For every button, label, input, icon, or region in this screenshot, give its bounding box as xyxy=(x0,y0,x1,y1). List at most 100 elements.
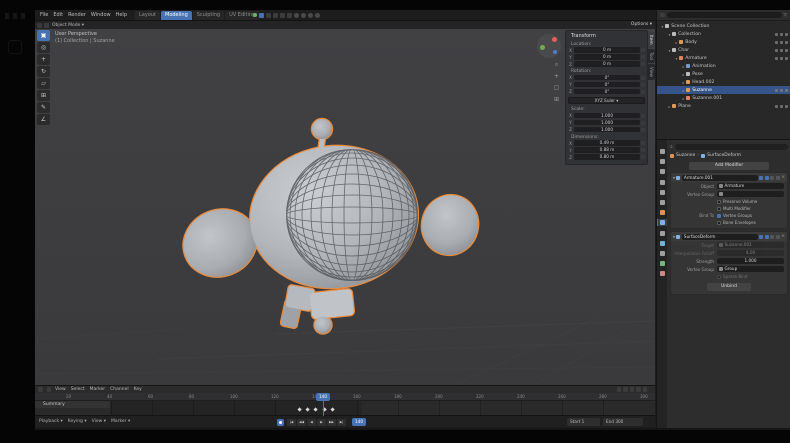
hide-toggle-icon[interactable] xyxy=(775,40,778,44)
properties-tab-constraints[interactable] xyxy=(657,250,667,257)
auto-keying-toggle[interactable] xyxy=(277,418,284,426)
timeline-ruler[interactable]: 20 40 60 80 100 120 140 160 180 200 220 240 260 280 30… xyxy=(35,393,655,401)
play-reverse-button[interactable]: ◀ xyxy=(307,418,316,426)
timeline-menu-marker[interactable]: Marker ▾ xyxy=(111,419,130,424)
dope-sheet-mode-icon[interactable] xyxy=(46,387,51,392)
render-toggle[interactable] xyxy=(770,234,775,239)
setting-field[interactable]: Group xyxy=(717,266,784,272)
next-keyframe-button[interactable]: ▶▶ xyxy=(327,418,336,426)
move-tool[interactable]: + xyxy=(37,54,50,65)
jump-start-button[interactable]: |◀ xyxy=(287,418,296,426)
properties-tab-output[interactable] xyxy=(657,168,667,175)
outliner-row[interactable]: ▾ Collection xyxy=(657,30,790,38)
properties-tab-physics[interactable] xyxy=(657,240,667,247)
frame-end-field[interactable]: End 300 xyxy=(603,418,643,426)
mode-dropdown[interactable]: Object Mode ▾ xyxy=(52,23,84,28)
value-field[interactable]: 0° xyxy=(574,81,640,88)
wireframe-shading-icon[interactable] xyxy=(294,12,299,18)
realtime-toggle[interactable] xyxy=(764,175,769,180)
scale-tool[interactable]: ▱ xyxy=(37,78,50,89)
frame-start-field[interactable]: Start 1 xyxy=(567,418,600,426)
render-disable-icon[interactable] xyxy=(785,88,788,92)
keyframe-diamond[interactable] xyxy=(313,406,319,412)
lock-icon[interactable] xyxy=(641,148,645,152)
summary-channel[interactable]: Summary xyxy=(35,401,110,408)
play-button[interactable]: ▶ xyxy=(317,418,326,426)
filter-icon[interactable]: ▽ xyxy=(784,13,787,18)
snap-magnet-icon[interactable] xyxy=(259,12,264,18)
setting-field[interactable]: 4.00 xyxy=(717,250,784,256)
zoom-icon[interactable]: ⌕ xyxy=(552,61,561,69)
lock-icon[interactable] xyxy=(641,75,645,80)
dopesheet-menu-marker[interactable]: Marker xyxy=(90,387,106,392)
properties-tab-viewlayer[interactable] xyxy=(657,179,667,186)
navigation-gizmo[interactable] xyxy=(537,34,561,58)
keyframe-area[interactable] xyxy=(110,401,655,416)
options-icon[interactable] xyxy=(642,387,647,392)
checkbox[interactable] xyxy=(717,206,721,211)
properties-tab-object[interactable] xyxy=(657,209,667,216)
modifier-name-field[interactable]: Armature.001 xyxy=(681,174,758,181)
ortho-toggle-icon[interactable]: ⊞ xyxy=(552,96,561,104)
menu-help[interactable]: Help xyxy=(116,12,127,18)
3d-viewport[interactable]: User Perspective (1) Collection | Suzann… xyxy=(35,29,655,385)
rotate-tool[interactable]: ↻ xyxy=(37,66,50,77)
lock-icon[interactable] xyxy=(641,82,645,87)
snap-icon[interactable] xyxy=(629,387,634,392)
keyframe-diamond[interactable] xyxy=(305,406,311,412)
timeline-menu-keying[interactable]: Keying ▾ xyxy=(68,419,87,424)
render-toggle[interactable] xyxy=(770,175,775,180)
expand-icon[interactable]: ▾ xyxy=(673,175,675,180)
workspace-tab-sculpting[interactable]: Sculpting xyxy=(192,10,225,20)
editor-type-icon[interactable] xyxy=(37,22,42,28)
pan-icon[interactable]: + xyxy=(552,73,561,81)
axis-z-icon[interactable] xyxy=(553,50,557,54)
sidebar-tab-tool[interactable]: Tool xyxy=(648,48,655,63)
value-field[interactable]: 0° xyxy=(574,88,640,95)
properties-tab-object-data[interactable] xyxy=(657,260,667,267)
close-icon[interactable]: × xyxy=(781,234,785,240)
properties-tab-scene[interactable] xyxy=(657,189,667,196)
lock-icon[interactable] xyxy=(641,62,645,66)
viewport-disable-icon[interactable] xyxy=(780,104,783,108)
transform-tool[interactable]: ⊞ xyxy=(37,90,50,101)
gizmo-toggle-icon[interactable] xyxy=(273,12,278,18)
render-disable-icon[interactable] xyxy=(785,48,788,52)
value-field[interactable]: 0.88 m xyxy=(574,147,640,153)
box-select-tool[interactable]: ▣ xyxy=(37,30,50,41)
dopesheet-menu-channel[interactable]: Channel xyxy=(110,387,128,392)
value-field[interactable]: 1.000 xyxy=(574,126,640,133)
add-modifier-button[interactable]: Add Modifier xyxy=(689,162,769,170)
transform-panel-title[interactable]: Transform xyxy=(568,32,645,40)
workspace-tab-layout[interactable]: Layout xyxy=(135,10,160,20)
lock-icon[interactable] xyxy=(641,127,645,132)
viewport-disable-icon[interactable] xyxy=(780,56,783,60)
prev-keyframe-button[interactable]: ◀◀ xyxy=(297,418,306,426)
value-field[interactable]: 1.000 xyxy=(574,112,640,119)
viewport-disable-icon[interactable] xyxy=(780,48,783,52)
render-disable-icon[interactable] xyxy=(785,40,788,44)
viewport-disable-icon[interactable] xyxy=(780,88,783,92)
value-field[interactable]: 0.80 m xyxy=(574,154,640,160)
outliner-search-input[interactable] xyxy=(666,11,782,19)
hide-toggle-icon[interactable] xyxy=(775,48,778,52)
checkbox[interactable] xyxy=(717,213,721,218)
setting-field[interactable]: 1.000 xyxy=(717,258,784,264)
setting-field[interactable]: Armature xyxy=(717,183,784,189)
render-disable-icon[interactable] xyxy=(785,32,788,36)
outliner-row[interactable]: ▸ Pose xyxy=(657,70,790,78)
menu-file[interactable]: File xyxy=(40,12,48,18)
proportional-icon[interactable] xyxy=(623,387,628,392)
lock-icon[interactable] xyxy=(641,155,645,159)
hide-toggle-icon[interactable] xyxy=(775,56,778,60)
breadcrumb-object[interactable]: Suzanne xyxy=(676,153,695,158)
playhead[interactable]: 140 xyxy=(316,393,330,401)
selected-character[interactable] xyxy=(173,117,484,335)
checkbox[interactable] xyxy=(717,220,721,225)
workspace-tab-modeling[interactable]: Modeling xyxy=(161,10,192,20)
outliner-row[interactable]: ▾ Scene Collection xyxy=(657,22,790,30)
lock-icon[interactable] xyxy=(641,55,645,59)
timeline-menu-playback[interactable]: Playback ▾ xyxy=(39,419,63,424)
unbind-button[interactable]: Unbind xyxy=(707,283,751,291)
outliner-row[interactable]: ▾ Char xyxy=(657,46,790,54)
